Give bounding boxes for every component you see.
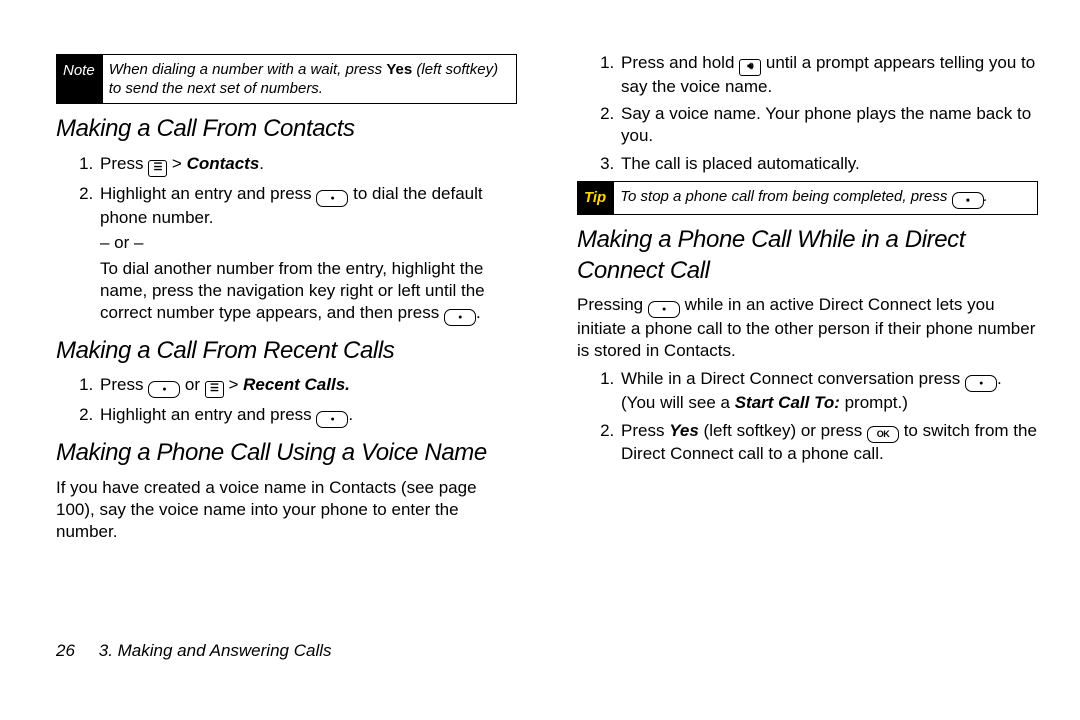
talk-key-icon (648, 301, 680, 318)
talk-key-icon (444, 309, 476, 326)
start-call-to-label: Start Call To: (735, 393, 840, 412)
tip-body: To stop a phone call from being complete… (614, 182, 1037, 215)
recent-calls-label: Recent Calls. (243, 375, 350, 394)
talk-key-icon (316, 411, 348, 428)
menu-key-icon (148, 160, 167, 177)
tip-text-pre: To stop a phone call from being complete… (620, 188, 951, 205)
note-callout: Note When dialing a number with a wait, … (56, 54, 517, 104)
note-text-pre: When dialing a number with a wait, press (109, 61, 387, 78)
talk-key-icon (965, 375, 997, 392)
talk-key-icon (148, 381, 180, 398)
talk-key-icon (316, 190, 348, 207)
or-divider: – or – (100, 232, 517, 254)
steps-recent: Press or > Recent Calls. Highlight an en… (74, 374, 517, 428)
steps-contacts: Press > Contacts. Highlight an entry and… (74, 153, 517, 326)
heading-call-from-recent: Making a Call From Recent Calls (56, 336, 517, 367)
left-column: Note When dialing a number with a wait, … (56, 52, 517, 612)
steps-voice: Press and hold until a prompt appears te… (595, 52, 1038, 175)
contacts-label: Contacts (187, 154, 260, 173)
ok-key-icon (867, 426, 899, 443)
tip-label: Tip (578, 182, 614, 215)
heading-call-in-dc: Making a Phone Call While in a Direct Co… (577, 225, 1038, 286)
tip-callout: Tip To stop a phone call from being comp… (577, 181, 1038, 216)
steps-dc: While in a Direct Connect conversation p… (595, 368, 1038, 465)
step: Highlight an entry and press to dial the… (98, 183, 517, 326)
note-body: When dialing a number with a wait, press… (103, 55, 516, 103)
note-yes: Yes (386, 61, 412, 78)
page-number: 26 (56, 640, 94, 662)
dc-intro: Pressing while in an active Direct Conne… (577, 294, 1038, 362)
right-column: Press and hold until a prompt appears te… (577, 52, 1038, 612)
yes-label: Yes (669, 421, 699, 440)
step: Press Yes (left softkey) or press to swi… (619, 420, 1038, 465)
speaker-key-icon (739, 59, 761, 76)
page-footer: 26 3. Making and Answering Calls (0, 640, 1080, 662)
step: Say a voice name. Your phone plays the n… (619, 103, 1038, 147)
step: While in a Direct Connect conversation p… (619, 368, 1038, 414)
heading-voice-name: Making a Phone Call Using a Voice Name (56, 438, 517, 469)
step: Highlight an entry and press . (98, 404, 517, 428)
end-key-icon (952, 192, 984, 209)
step: Press and hold until a prompt appears te… (619, 52, 1038, 97)
note-label: Note (57, 55, 103, 103)
voice-name-intro: If you have created a voice name in Cont… (56, 477, 517, 542)
step: Press or > Recent Calls. (98, 374, 517, 398)
heading-call-from-contacts: Making a Call From Contacts (56, 114, 517, 145)
step: The call is placed automatically. (619, 153, 1038, 175)
menu-key-icon (205, 381, 224, 398)
step: Press > Contacts. (98, 153, 517, 177)
chapter-title: 3. Making and Answering Calls (99, 641, 332, 660)
tip-text-post: . (984, 188, 988, 205)
